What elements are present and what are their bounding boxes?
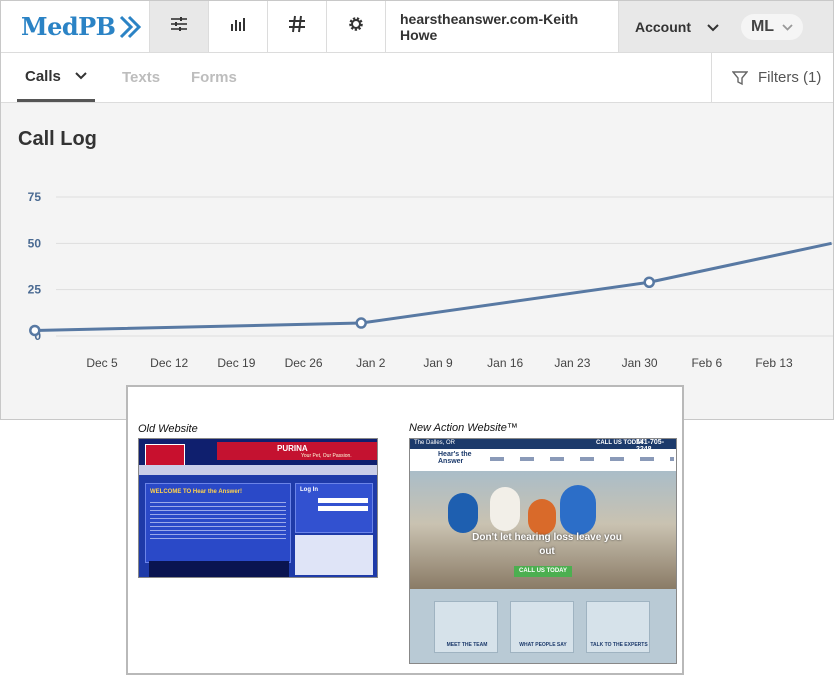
data-point [643,276,655,289]
tab-forms[interactable]: Forms [191,53,237,102]
data-point [29,324,41,337]
old-site-email-field [318,498,368,503]
new-site-header: Hear's the Answer [410,449,676,471]
nav-equalizer-button[interactable] [149,1,208,52]
chevron-down-icon [782,18,793,36]
call-log-chart: 0255075Dec 5 Dec 12 Dec 19 Dec 26 Jan 2 Jan 9… [28,190,833,370]
x-tick-label: Dec 5 [86,356,118,370]
logo[interactable]: MedPB [1,1,149,52]
new-site-topbar: The Dalles, OR CALL US TODAY 541-705-224… [410,439,676,453]
y-tick-label: 75 [28,190,42,204]
old-site-content: WELCOME TO Hear the Answer! [145,483,291,563]
user-initials: ML [750,17,775,35]
new-site-card: MEET THE TEAM [434,601,498,653]
old-site-password-field [318,506,368,511]
logo-text: MedPB [21,12,116,41]
equalizer-icon [170,16,188,37]
top-nav: MedPB hearstheanswer.com-Keith Howe Acco… [1,1,833,53]
page-title: Call Log [18,128,97,150]
tab-texts[interactable]: Texts [122,53,160,102]
tab-calls-label: Calls [25,67,61,85]
hero-person [560,485,596,535]
new-site-location: The Dalles, OR [414,440,456,446]
y-tick-label: 50 [28,236,42,250]
website-comparison-panel: Old Website New Action Website™ PURINA Y… [126,385,684,675]
new-site-cards-area: MEET THE TEAM WHAT PEOPLE SAY TALK TO TH… [410,589,676,663]
old-site-tagline: Your Pet, Our Passion. [301,453,352,459]
app-frame: MedPB hearstheanswer.com-Keith Howe Acco… [0,0,834,420]
chevron-down-icon [707,19,719,35]
new-site-hero: Don't let hearing loss leave you out CAL… [410,471,676,589]
user-avatar[interactable]: ML [741,13,803,40]
tab-calls[interactable]: Calls [17,53,95,102]
new-site-headline: Don't let hearing loss leave you out [472,532,622,557]
old-site-brand: PURINA [277,444,308,453]
nav-reports-button[interactable] [208,1,267,52]
old-site-welcome: WELCOME TO Hear the Answer! [150,489,243,495]
data-point [355,317,367,329]
old-site-login-label: Log In [300,487,318,493]
new-website-label: New Action Website™ [409,422,518,434]
new-site-card: TALK TO THE EXPERTS [586,601,650,653]
x-tick-label: Dec 12 [150,356,188,370]
hero-person [490,487,520,531]
x-tick-label: Jan 2 [356,356,386,370]
x-tick-label: Jan 30 [622,356,658,370]
sub-nav: Calls Texts Forms Filters (1) [1,53,833,103]
series-line [34,241,832,332]
y-tick-label: 25 [28,283,42,297]
new-website-screenshot: The Dalles, OR CALL US TODAY 541-705-224… [409,438,677,664]
old-site-login-box: Log In [295,483,373,533]
new-site-card: WHAT PEOPLE SAY [510,601,574,653]
hero-person [448,493,478,533]
hash-icon [288,15,306,38]
old-website-screenshot: PURINA Your Pet, Our Passion. WELCOME TO… [138,438,378,578]
nav-settings-button[interactable] [326,1,385,52]
x-tick-label: Jan 23 [554,356,590,370]
old-website-label: Old Website [138,423,198,435]
filters-button[interactable]: Filters (1) [711,53,833,102]
new-site-menu [490,457,674,461]
logo-chevron-icon [118,13,144,41]
hero-person [528,499,556,535]
filters-label: Filters (1) [758,69,822,86]
x-tick-label: Dec 19 [217,356,255,370]
old-site-side-box [295,535,373,575]
x-tick-label: Jan 9 [423,356,453,370]
account-menu[interactable]: Account ML [619,1,833,52]
new-site-cta-button: CALL US TODAY [514,566,572,577]
card-label: MEET THE TEAM [446,642,488,648]
card-label: WHAT PEOPLE SAY [519,642,567,648]
x-tick-label: Feb 13 [755,356,793,370]
nav-numbers-button[interactable] [267,1,326,52]
x-tick-label: Feb 6 [691,356,722,370]
bar-chart-icon [230,16,246,37]
x-tick-label: Dec 26 [285,356,323,370]
old-site-footer [149,561,289,577]
filter-icon [732,70,748,86]
card-label: TALK TO THE EXPERTS [590,642,648,648]
new-site-logo: Hear's the Answer [438,451,472,465]
old-site-body-text [150,502,286,542]
gear-icon [347,15,365,38]
old-site-banner: PURINA Your Pet, Our Passion. [217,442,377,460]
x-tick-label: Jan 16 [487,356,523,370]
account-label: Account [635,18,691,35]
old-site-menu [139,465,377,475]
old-site-logo [145,444,185,466]
site-selector[interactable]: hearstheanswer.com-Keith Howe [385,1,619,52]
chevron-down-icon [75,72,87,80]
